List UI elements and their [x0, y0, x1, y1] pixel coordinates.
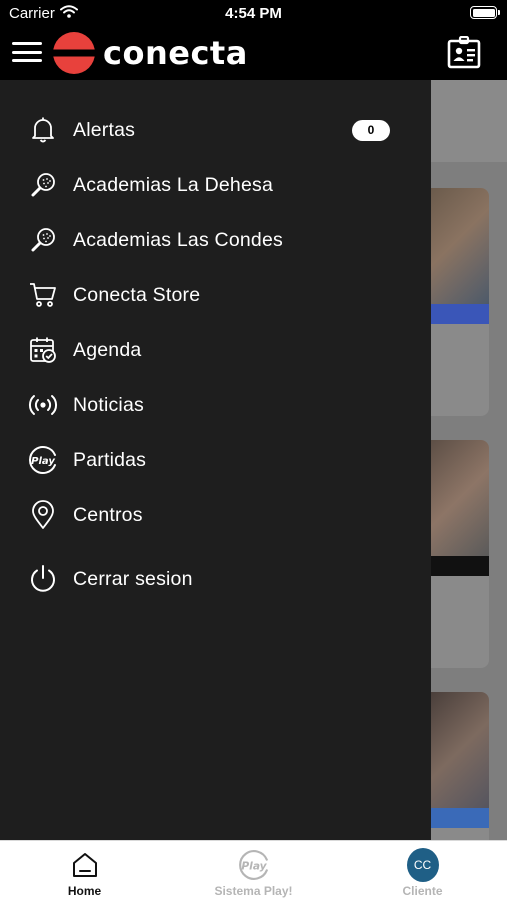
drawer-item-centros[interactable]: Centros: [0, 490, 431, 540]
news-card-strip: [431, 556, 489, 576]
tab-label: Sistema Play!: [214, 884, 293, 898]
news-card-image: [431, 188, 489, 304]
news-card-image: [431, 440, 489, 556]
news-card-strip: [431, 304, 489, 324]
tab-cliente[interactable]: CC Cliente: [338, 841, 507, 900]
power-icon: [28, 564, 58, 594]
app-header: conecta: [0, 28, 507, 80]
location-pin-icon: [28, 500, 58, 530]
news-card-image: [431, 692, 489, 808]
play-badge-icon: Play: [238, 849, 270, 881]
brand-logo: conecta: [52, 31, 248, 75]
drawer-item-academias-las-condes[interactable]: Academias Las Condes: [0, 215, 431, 265]
news-card-strip: [431, 808, 489, 828]
svg-text:Play: Play: [241, 859, 267, 872]
padel-racket-icon: [28, 225, 58, 255]
avatar-initials: CC: [406, 848, 439, 882]
drawer-item-conecta-store[interactable]: Conecta Store: [0, 270, 431, 320]
calendar-check-icon: [28, 335, 58, 365]
broadcast-icon: [28, 390, 58, 420]
drawer-item-label: Centros: [73, 503, 143, 526]
drawer-item-partidas[interactable]: Play Partidas: [0, 435, 431, 485]
alerts-count-badge: 0: [352, 119, 390, 141]
id-card-icon[interactable]: [447, 35, 481, 70]
drawer-item-label: Agenda: [73, 338, 142, 361]
tab-label: Home: [67, 884, 102, 898]
status-bar: Carrier 4:54 PM: [0, 0, 507, 28]
padel-racket-icon: [28, 170, 58, 200]
home-icon: [69, 849, 101, 881]
drawer-item-label: Academias La Dehesa: [73, 173, 273, 196]
drawer-item-noticias[interactable]: Noticias: [0, 380, 431, 430]
bottom-tab-bar: Home Play Sistema Play! CC Cliente: [0, 840, 507, 900]
drawer-item-cerrar-sesion[interactable]: Cerrar sesion: [0, 554, 431, 604]
play-badge-icon: Play: [28, 445, 58, 475]
battery-icon: [470, 6, 500, 19]
tab-home[interactable]: Home: [0, 841, 169, 900]
status-time: 4:54 PM: [225, 5, 282, 22]
tab-label: Cliente: [402, 884, 443, 898]
avatar: CC: [406, 848, 439, 882]
drawer-item-academias-la-dehesa[interactable]: Academias La Dehesa: [0, 160, 431, 210]
drawer-item-label: Conecta Store: [73, 283, 201, 306]
shopping-cart-icon: [28, 280, 58, 310]
drawer-item-alertas[interactable]: Alertas 0: [0, 105, 431, 155]
drawer-item-label: Academias Las Condes: [73, 228, 283, 251]
drawer-item-label: Noticias: [73, 393, 144, 416]
drawer-item-agenda[interactable]: Agenda: [0, 325, 431, 375]
content-overlay[interactable]: [431, 80, 507, 840]
brand-logo-mark-icon: [52, 32, 96, 74]
drawer-item-label: Alertas: [73, 118, 136, 141]
bell-icon: [28, 115, 58, 145]
brand-name: conecta: [103, 34, 248, 72]
svg-text:Play: Play: [31, 456, 55, 467]
drawer-item-label: Partidas: [73, 448, 147, 471]
drawer-item-label: Cerrar sesion: [73, 567, 193, 590]
navigation-drawer: Alertas 0 Academias La Dehesa Academias …: [0, 80, 431, 840]
hamburger-menu-icon[interactable]: [12, 40, 42, 64]
news-card: [431, 80, 507, 162]
tab-sistema-play[interactable]: Play Sistema Play!: [169, 841, 338, 900]
